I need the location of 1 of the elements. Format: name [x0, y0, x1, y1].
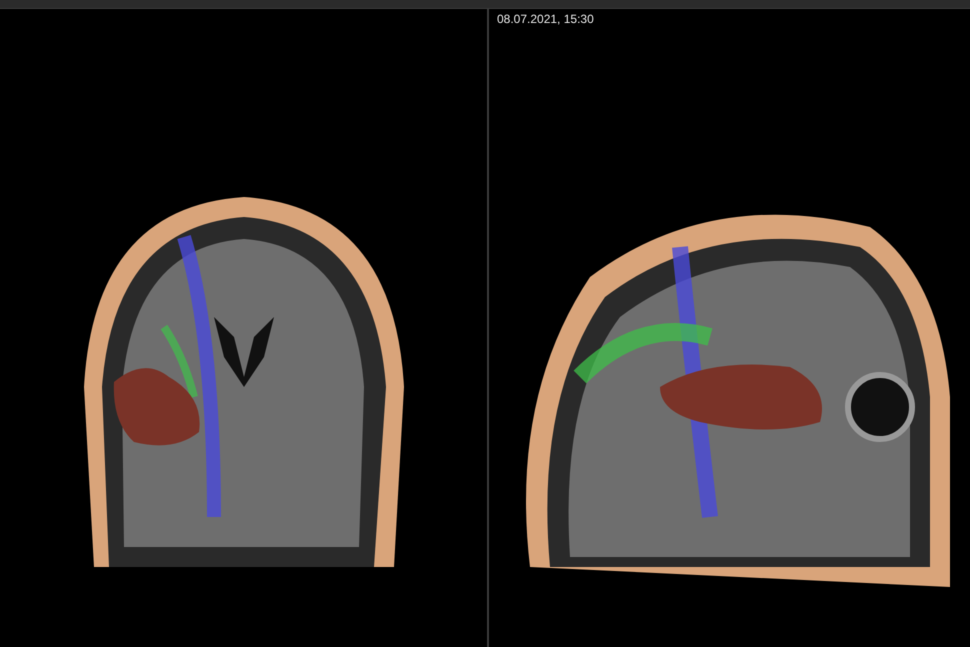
timestamp: 08.07.2021, 15:30: [496, 11, 595, 26]
